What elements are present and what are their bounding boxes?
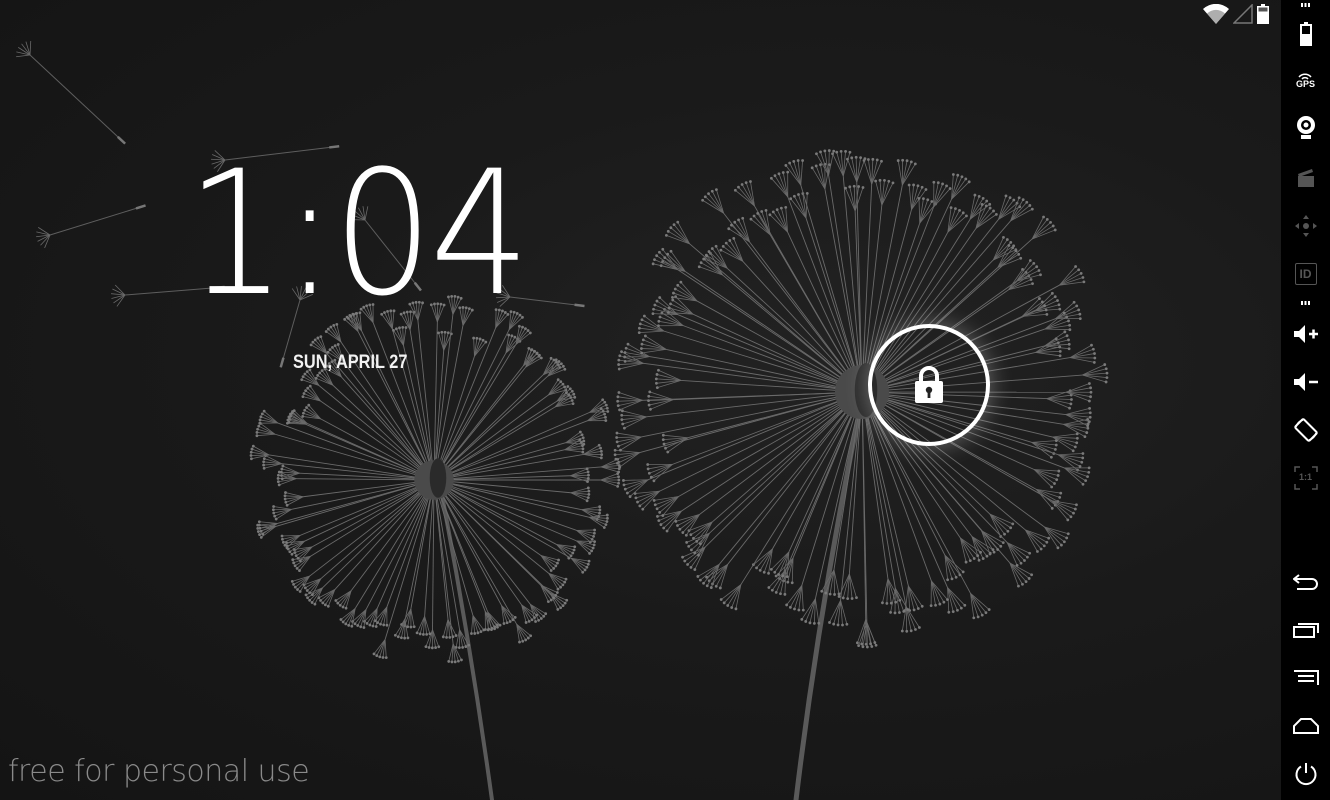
- lock-icon: [914, 366, 944, 409]
- media-button[interactable]: [1281, 158, 1330, 198]
- battery-icon: [1257, 3, 1269, 29]
- unlock-handle[interactable]: [868, 324, 990, 446]
- lock-screen: 1:04 SUN, APRIL 27 free for personal use: [0, 0, 1281, 800]
- watermark-text: free for personal use: [8, 754, 310, 789]
- clock-date: SUN, APRIL 27: [293, 352, 408, 373]
- battery-icon: [1299, 22, 1312, 46]
- grip-dots-middle: [1301, 301, 1310, 305]
- camera-icon: [1295, 115, 1317, 141]
- menu-button[interactable]: [1281, 658, 1330, 698]
- device-id-icon: ID: [1294, 263, 1317, 285]
- volume-up-button[interactable]: [1281, 314, 1330, 354]
- device-id-button[interactable]: ID: [1281, 254, 1330, 294]
- volume-up-icon: [1293, 324, 1319, 344]
- dpad-icon: [1294, 214, 1318, 238]
- gps-label: GPS: [1295, 78, 1315, 89]
- camera-button[interactable]: [1281, 108, 1330, 148]
- power-button[interactable]: [1281, 754, 1330, 794]
- media-icon: [1296, 168, 1316, 188]
- status-bar: [1203, 2, 1281, 29]
- gps-button[interactable]: GPS: [1281, 60, 1330, 100]
- device-id-label: ID: [1299, 267, 1312, 281]
- wifi-icon: [1203, 3, 1229, 29]
- dpad-button[interactable]: [1281, 206, 1330, 246]
- cell-signal-icon: [1232, 2, 1253, 29]
- gps-icon: GPS: [1296, 72, 1315, 89]
- scale-button[interactable]: 1:1: [1281, 458, 1330, 498]
- clock-time: 1:04: [186, 133, 530, 334]
- dandelion-wallpaper: [16, 40, 1109, 800]
- menu-icon: [1293, 670, 1319, 686]
- volume-down-button[interactable]: [1281, 362, 1330, 402]
- back-button[interactable]: [1281, 562, 1330, 602]
- grip-dots-top: [1301, 3, 1310, 7]
- volume-down-icon: [1293, 372, 1319, 392]
- emulator-sidebar: GPS ID 1:1: [1281, 0, 1330, 800]
- battery-button[interactable]: [1281, 14, 1330, 54]
- recent-apps-icon: [1292, 622, 1319, 638]
- home-icon: [1292, 718, 1319, 734]
- scale-label: 1:1: [1298, 472, 1312, 482]
- scale-icon: 1:1: [1293, 466, 1318, 490]
- rotate-button[interactable]: [1281, 410, 1330, 450]
- home-button[interactable]: [1281, 706, 1330, 746]
- rotate-icon: [1293, 417, 1319, 443]
- back-icon: [1292, 573, 1319, 591]
- power-icon: [1294, 762, 1318, 786]
- recent-apps-button[interactable]: [1281, 610, 1330, 650]
